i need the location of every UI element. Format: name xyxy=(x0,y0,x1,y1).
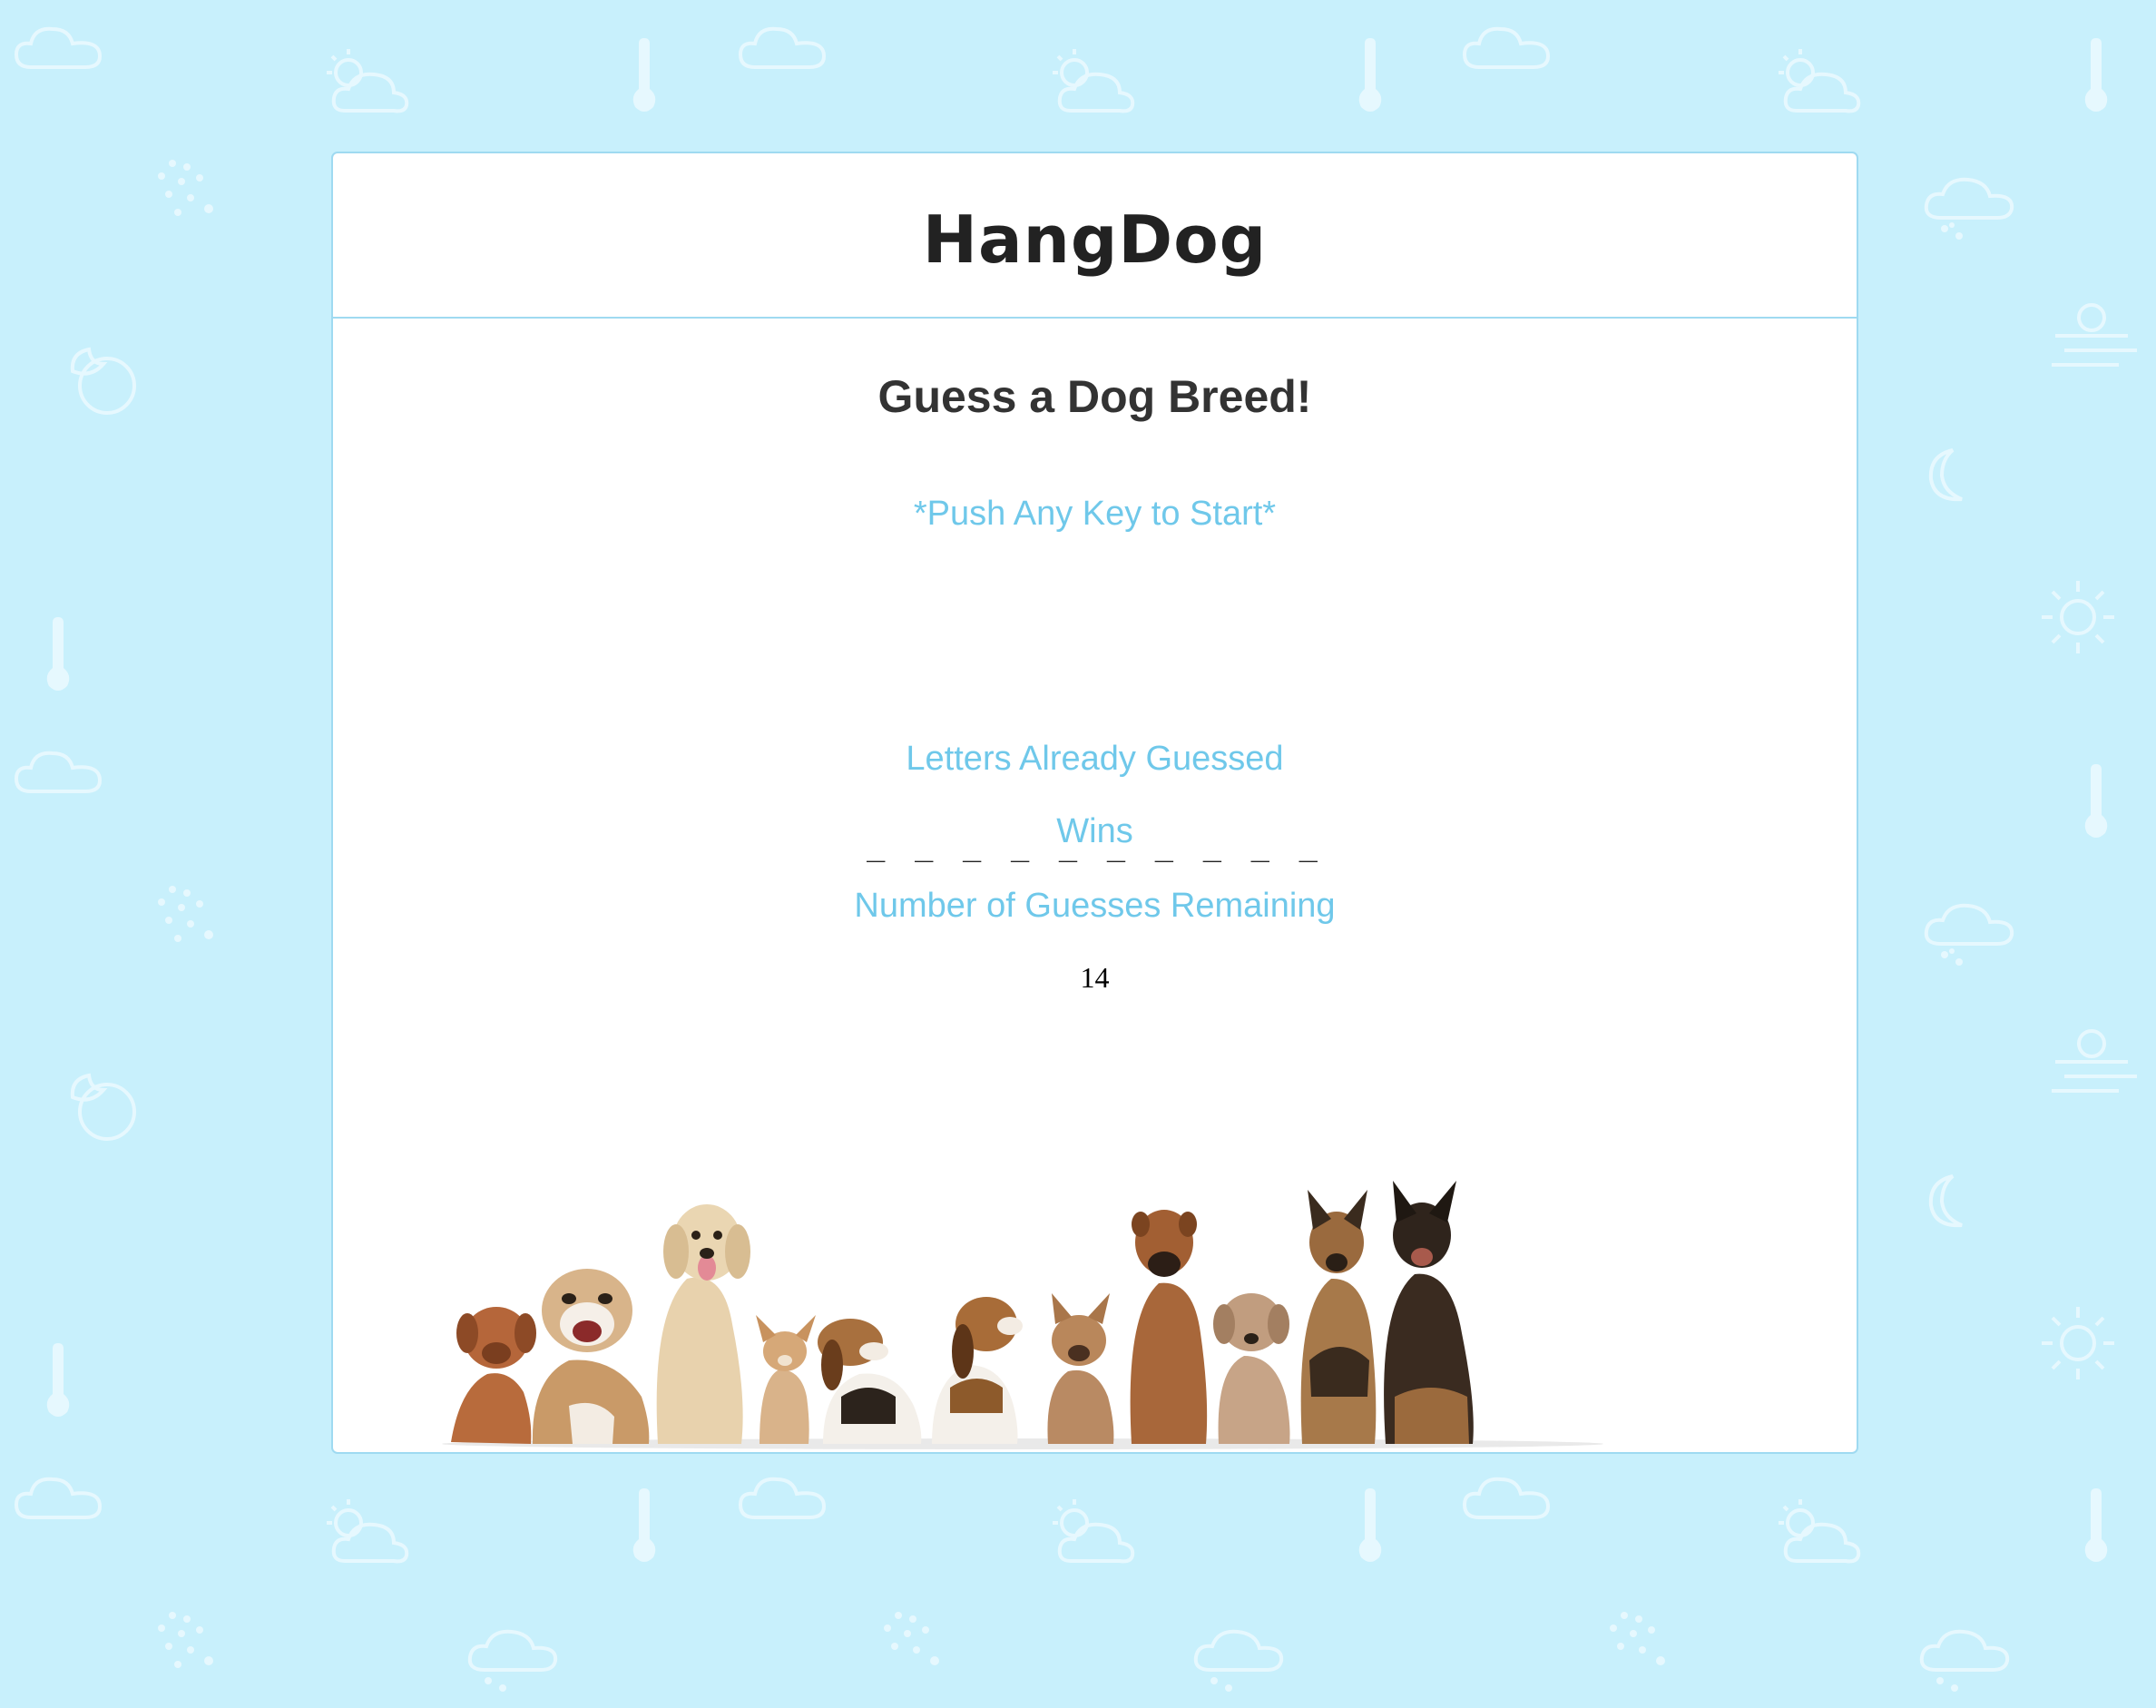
thermometer-icon xyxy=(46,617,70,691)
cloud-icon xyxy=(1462,1477,1551,1519)
moon-icon xyxy=(1928,448,1963,502)
thermometer-icon xyxy=(2084,1488,2108,1562)
partly-sunny-icon xyxy=(1053,1499,1135,1564)
thermometer-icon xyxy=(2084,38,2108,112)
cloud-icon xyxy=(14,751,103,793)
windy-icon xyxy=(2052,1029,2137,1093)
night-cloud-icon xyxy=(70,347,136,415)
thermometer-icon xyxy=(632,38,656,112)
dots-icon xyxy=(158,886,213,942)
snow-cloud-icon xyxy=(1924,903,2014,966)
sun-icon xyxy=(2042,1307,2114,1379)
dots-icon xyxy=(158,160,213,216)
cloud-icon xyxy=(738,1477,827,1519)
dog-figure xyxy=(451,1307,536,1444)
windy-icon xyxy=(2052,303,2137,367)
dots-icon xyxy=(1610,1612,1665,1665)
dots-icon xyxy=(884,1612,939,1665)
partly-sunny-icon xyxy=(1053,49,1135,113)
snow-cloud-icon xyxy=(467,1629,558,1692)
thermometer-icon xyxy=(46,1343,70,1417)
partly-sunny-icon xyxy=(327,49,409,113)
dog-figure xyxy=(1130,1210,1208,1444)
thermometer-icon xyxy=(1358,1488,1382,1562)
thermometer-icon xyxy=(632,1488,656,1562)
dog-figure xyxy=(1213,1293,1290,1444)
snow-cloud-icon xyxy=(1919,1629,2010,1692)
game-panel: HangDog Guess a Dog Breed! *Push Any Key… xyxy=(331,152,1858,1454)
dog-figure xyxy=(756,1315,816,1444)
dog-figure xyxy=(818,1319,922,1444)
cloud-icon xyxy=(14,26,103,69)
partly-sunny-icon xyxy=(327,1499,409,1564)
panel-header: HangDog xyxy=(333,153,1857,319)
dog-figure xyxy=(656,1204,750,1444)
sun-icon xyxy=(2042,581,2114,653)
guesses-remaining-value: 14 xyxy=(1080,961,1110,994)
cloud-icon xyxy=(14,1477,103,1519)
snow-cloud-icon xyxy=(1193,1629,1284,1692)
page-title: HangDog xyxy=(922,201,1268,278)
letters-guessed-label: Letters Already Guessed xyxy=(906,740,1284,778)
cloud-icon xyxy=(1462,26,1551,69)
dog-figure xyxy=(1300,1190,1377,1444)
thermometer-icon xyxy=(1358,38,1382,112)
night-cloud-icon xyxy=(70,1073,136,1141)
start-prompt: *Push Any Key to Start* xyxy=(913,495,1277,533)
cloud-icon xyxy=(738,26,827,69)
dog-lineup-image xyxy=(442,1181,1603,1449)
wins-label: Wins xyxy=(1056,812,1133,850)
dog-figure xyxy=(1384,1181,1474,1444)
dog-figure xyxy=(1047,1293,1114,1444)
dog-figure xyxy=(932,1297,1023,1444)
guesses-remaining-label: Number of Guesses Remaining xyxy=(854,887,1336,925)
moon-icon xyxy=(1928,1174,1963,1228)
partly-sunny-icon xyxy=(1779,49,1861,113)
dog-figure xyxy=(532,1269,650,1444)
partly-sunny-icon xyxy=(1779,1499,1861,1564)
dots-icon xyxy=(158,1612,213,1668)
game-subtitle: Guess a Dog Breed! xyxy=(877,371,1312,422)
thermometer-icon xyxy=(2084,764,2108,838)
snow-cloud-icon xyxy=(1924,177,2014,240)
